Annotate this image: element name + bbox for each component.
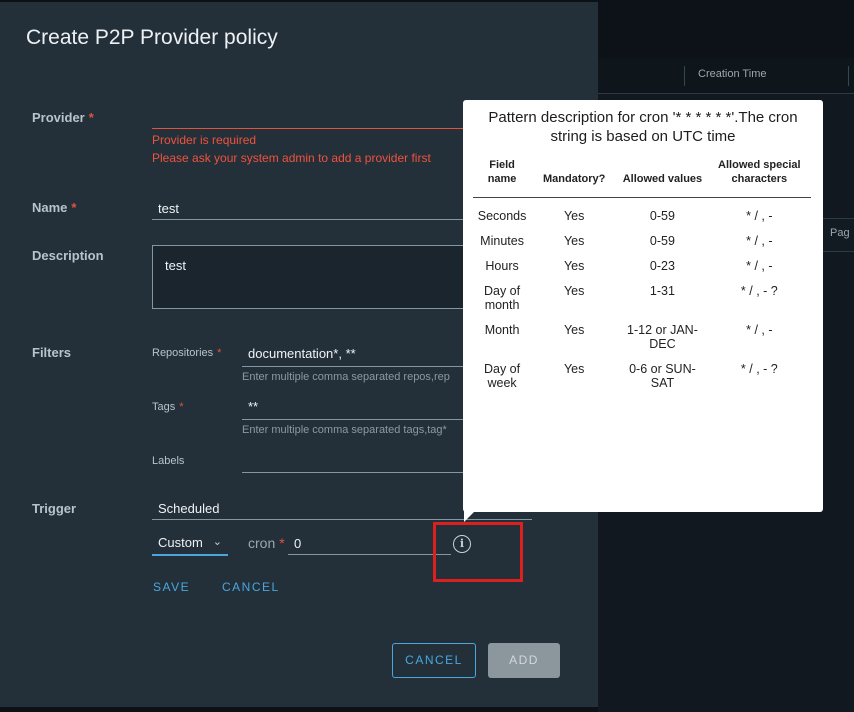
provider-label: Provider * [32,110,94,125]
trigger-select[interactable]: Scheduled [158,501,219,516]
field-cell: Month [484,323,520,337]
repositories-hint: Enter multiple comma separated repos,rep [242,371,450,383]
schedule-type-select[interactable]: Custom ⌄ [152,532,228,556]
table-header-row: Field name Mandatory? Allowed values All… [473,158,811,198]
required-asterisk: * [71,200,77,215]
table-row: Hours Yes 0-23 * / , - [473,248,811,273]
highlight-box [433,522,523,582]
field-cell: Seconds [477,209,527,223]
modal-title: Create P2P Provider policy [26,26,278,49]
special-chars-cell: * / , - [746,209,773,223]
pagination-text: Pag [830,227,850,239]
column-separator [848,66,849,86]
name-input-underline [152,219,472,220]
background-header [598,0,854,58]
column-header: Mandatory? [531,158,618,198]
mandatory-cell: Yes [563,362,585,376]
tags-hint: Enter multiple comma separated tags,tag* [242,424,447,436]
special-chars-cell: * / , - ? [740,284,778,298]
special-chars-cell: * / , - [746,323,773,337]
description-label: Description [32,248,104,263]
field-cell: Hours [485,259,519,273]
allowed-values-cell: 0-59 [649,209,675,223]
cron-label: cron * [248,535,285,551]
cron-input[interactable]: 0 [294,536,301,551]
description-textarea[interactable]: test [152,245,472,309]
column-header-creation-time[interactable]: Creation Time [698,68,766,80]
labels-select[interactable] [242,472,472,473]
cron-help-popover: Pattern description for cron '* * * * * … [463,100,823,512]
repositories-underline [242,366,472,367]
trigger-cancel-button[interactable]: CANCEL [222,580,280,594]
repositories-label: Repositories * [152,347,222,359]
required-asterisk: * [179,401,184,413]
required-asterisk: * [88,110,94,125]
chevron-down-icon: ⌄ [212,536,222,548]
cron-pattern-table: Field name Mandatory? Allowed values All… [473,158,811,390]
mandatory-cell: Yes [563,259,585,273]
field-cell: Minutes [480,234,524,248]
mandatory-cell: Yes [563,234,585,248]
filters-label: Filters [32,345,72,360]
allowed-values-cell: 0-59 [649,234,675,248]
table-row: Minutes Yes 0-59 * / , - [473,223,811,248]
allowed-values-cell: 1-12 or JAN-DEC [627,323,698,351]
provider-select[interactable] [152,128,472,129]
required-asterisk: * [279,535,285,551]
special-chars-cell: * / , - [746,259,773,273]
popover-title: Pattern description for cron '* * * * * … [488,109,798,145]
tags-underline [242,419,472,420]
popover-arrow [464,510,476,522]
column-header: Allowed special characters [707,158,811,198]
schedule-type-value: Custom [158,535,203,550]
cancel-button[interactable]: CANCEL [392,643,476,678]
name-label: Name * [32,200,77,215]
tags-label: Tags * [152,401,184,413]
labels-label: Labels [152,455,185,467]
allowed-values-cell: 0-6 or SUN-SAT [629,362,696,390]
provider-error-hint: Please ask your system admin to add a pr… [152,151,431,165]
allowed-values-cell: 1-31 [649,284,675,298]
field-cell: Day of month [483,284,521,312]
mandatory-cell: Yes [563,284,585,298]
tags-input[interactable]: ** [248,399,258,414]
required-asterisk: * [217,347,222,359]
name-input[interactable]: test [158,201,179,216]
trigger-label: Trigger [32,501,77,516]
trigger-save-button[interactable]: SAVE [153,580,190,594]
add-button[interactable]: ADD [488,643,560,678]
table-row: Day of month Yes 1-31 * / , - ? [473,273,811,312]
column-separator [684,66,685,86]
mandatory-cell: Yes [563,323,585,337]
repositories-input[interactable]: documentation*, ** [248,346,356,361]
special-chars-cell: * / , - [746,234,773,248]
column-header: Allowed values [617,158,708,198]
field-cell: Day of week [483,362,521,390]
allowed-values-cell: 0-23 [649,259,675,273]
provider-error-required: Provider is required [152,133,257,147]
table-row: Seconds Yes 0-59 * / , - [473,198,811,224]
special-chars-cell: * / , - ? [740,362,778,376]
column-header: Field name [473,158,532,198]
cron-underline [288,554,451,555]
mandatory-cell: Yes [563,209,585,223]
table-row: Day of week Yes 0-6 or SUN-SAT * / , - ? [473,351,811,390]
table-row: Month Yes 1-12 or JAN-DEC * / , - [473,312,811,351]
